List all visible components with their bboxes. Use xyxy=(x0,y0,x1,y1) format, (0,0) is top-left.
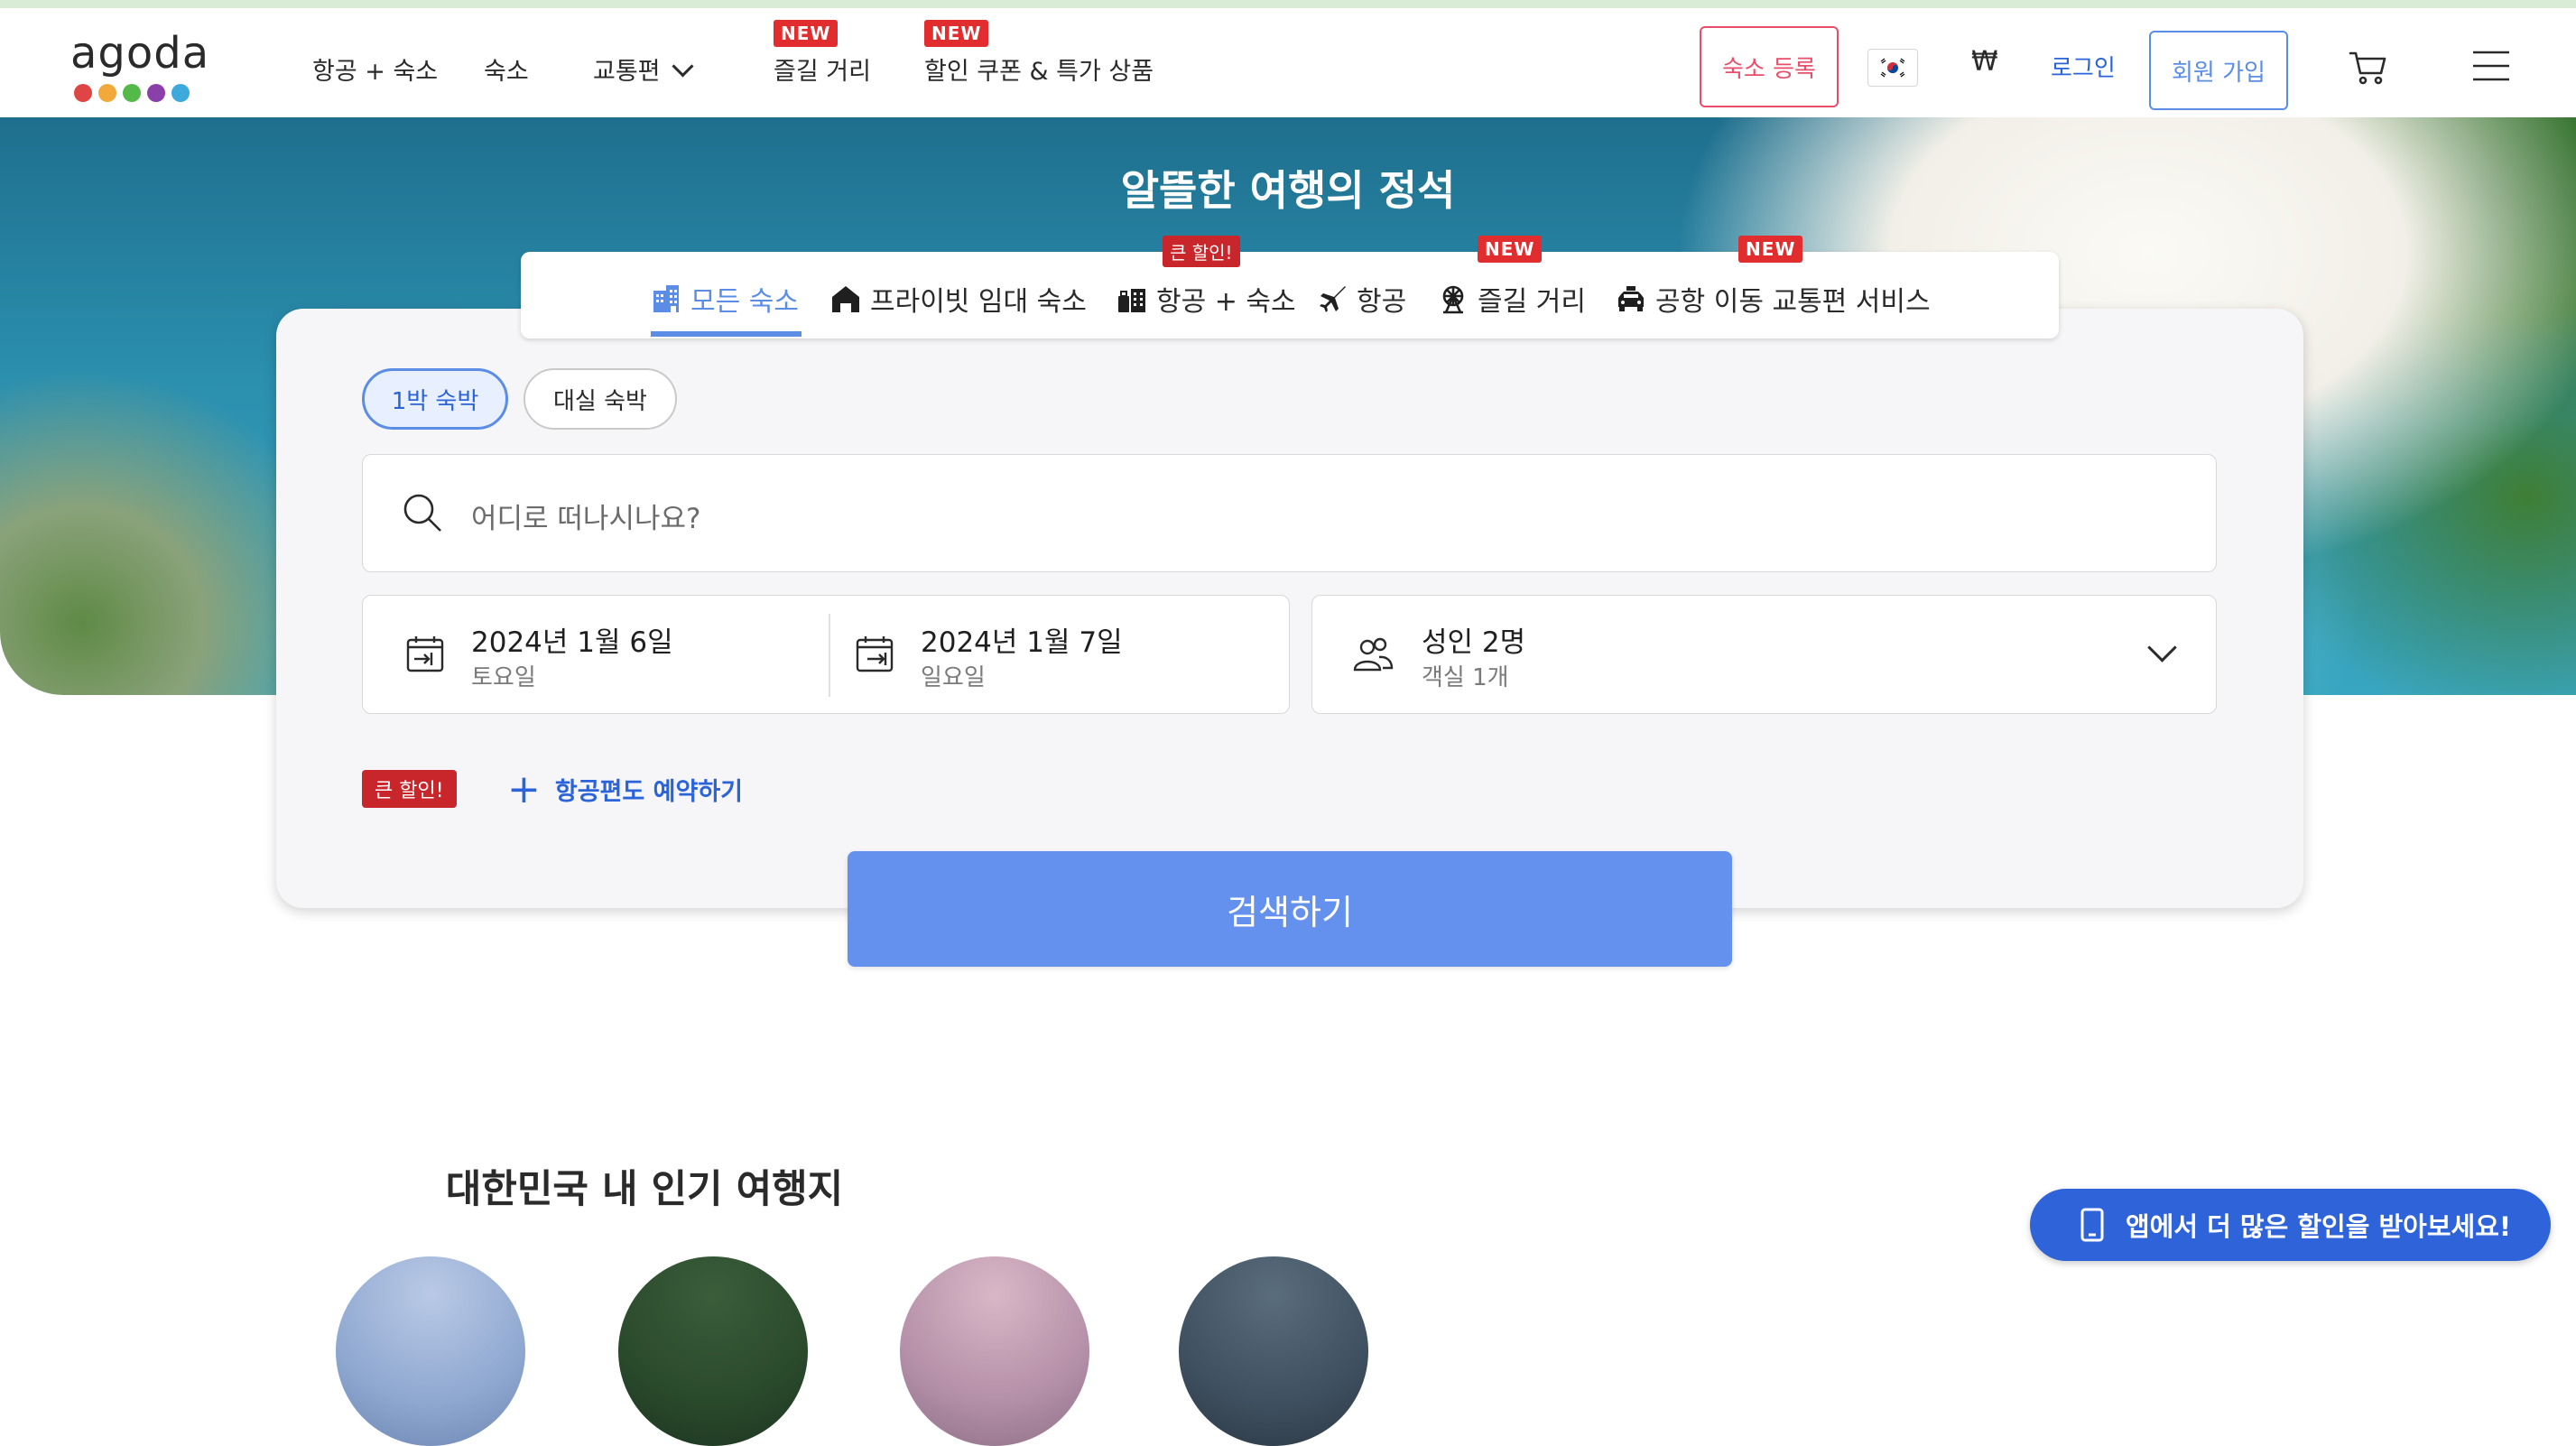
signup-button[interactable]: 회원 가입 xyxy=(2149,31,2288,110)
destination-thumbnail[interactable] xyxy=(900,1256,1089,1446)
tab-flight-hotel[interactable]: 항공 + 숙소 xyxy=(1117,279,1296,319)
nav-label: 즐길 거리 xyxy=(774,58,871,86)
active-tab-underline xyxy=(651,331,802,337)
logo-text: agoda xyxy=(70,28,210,79)
search-icon xyxy=(403,494,441,532)
tab-label: 프라이빗 임대 숙소 xyxy=(870,286,1087,318)
site-header: agoda 항공 + 숙소 숙소 교통편 즐길 거리 NEW 할인 쿠폰 & 특… xyxy=(0,8,2576,118)
currency-selector[interactable]: ₩ xyxy=(1971,46,1998,78)
date-divider xyxy=(829,614,830,697)
chevron-down-icon xyxy=(672,55,694,78)
register-property-button[interactable]: 숙소 등록 xyxy=(1700,26,1839,107)
logo-dot xyxy=(147,84,165,102)
big-deal-badge: 큰 할인! xyxy=(362,770,457,808)
tab-label: 공항 이동 교통편 서비스 xyxy=(1655,286,1931,318)
logo-dot xyxy=(98,84,116,102)
logo-dots xyxy=(74,84,190,102)
app-download-banner[interactable]: 앱에서 더 많은 할인을 받아보세요! xyxy=(2030,1189,2551,1261)
logo-dot xyxy=(123,84,141,102)
nav-flight-hotel[interactable]: 항공 + 숙소 xyxy=(312,51,438,87)
nav-activities[interactable]: 즐길 거리 xyxy=(774,51,871,87)
checkout-calendar-icon xyxy=(856,636,894,672)
cart-icon[interactable] xyxy=(2349,50,2388,86)
product-tabs: 모든 숙소 프라이빗 임대 숙소 항공 + 숙소 큰 할인! 항공 즐길 거리 … xyxy=(521,236,2059,338)
nav-label: 숙소 xyxy=(484,58,529,86)
nav-label: 할인 쿠폰 & 특가 상품 xyxy=(924,58,1154,86)
tab-label: 항공 xyxy=(1357,286,1407,318)
logo-dot xyxy=(171,84,190,102)
checkout-date[interactable]: 2024년 1월 7일 xyxy=(921,619,1123,660)
destination-thumbnail[interactable] xyxy=(336,1256,525,1446)
search-button[interactable]: 검색하기 xyxy=(848,851,1732,967)
nav-label: 항공 + 숙소 xyxy=(312,58,439,86)
checkin-date[interactable]: 2024년 1월 6일 xyxy=(471,619,673,660)
agoda-logo[interactable]: agoda xyxy=(70,28,210,109)
checkin-weekday: 토요일 xyxy=(471,664,536,691)
plane-icon xyxy=(1320,286,1346,312)
tab-label: 모든 숙소 xyxy=(690,286,799,318)
room-count: 객실 1개 xyxy=(1422,664,1509,691)
stay-type-overnight[interactable]: 1박 숙박 xyxy=(362,368,508,430)
tab-private-rentals[interactable]: 프라이빗 임대 숙소 xyxy=(830,279,1087,319)
tab-label: 항공 + 숙소 xyxy=(1156,286,1296,318)
hero-title: 알뜰한 여행의 정석 xyxy=(1120,166,1456,215)
app-banner-label: 앱에서 더 많은 할인을 받아보세요! xyxy=(2126,1211,2512,1242)
destination-thumbnail[interactable] xyxy=(618,1256,808,1446)
menu-icon[interactable] xyxy=(2473,50,2509,82)
popular-destinations-title: 대한민국 내 인기 여행지 xyxy=(445,1167,844,1212)
nav-deals[interactable]: 할인 쿠폰 & 특가 상품 xyxy=(924,51,1154,87)
destination-thumbnail[interactable] xyxy=(1179,1256,1368,1446)
nav-label: 교통편 xyxy=(593,58,661,86)
tab-flights[interactable]: 항공 xyxy=(1317,279,1406,319)
tab-activities[interactable]: 즐길 거리 xyxy=(1438,279,1586,319)
guests-icon xyxy=(1353,637,1394,672)
destination-placeholder: 어디로 떠나시나요? xyxy=(471,503,701,535)
new-badge: NEW xyxy=(924,20,989,47)
add-flight-button[interactable]: + 항공편도 예약하기 xyxy=(507,765,743,812)
tab-all-stays[interactable]: 모든 숙소 xyxy=(651,279,799,319)
tab-airport-transfer[interactable]: 공항 이동 교통편 서비스 xyxy=(1616,279,1931,319)
phone-icon xyxy=(2080,1208,2104,1242)
house-icon xyxy=(832,286,859,312)
new-badge: NEW xyxy=(1478,236,1543,263)
checkin-calendar-icon xyxy=(406,636,444,672)
nav-transport[interactable]: 교통편 xyxy=(593,51,694,87)
building-icon xyxy=(653,285,679,312)
korea-flag-icon[interactable] xyxy=(1867,49,1918,87)
login-link[interactable]: 로그인 xyxy=(2051,50,2116,83)
nav-hotels[interactable]: 숙소 xyxy=(484,51,529,87)
stay-type-dayuse[interactable]: 대실 숙박 xyxy=(524,368,677,430)
car-icon xyxy=(1618,286,1644,311)
big-deal-badge: 큰 할인! xyxy=(1163,236,1240,267)
logo-dot xyxy=(74,84,92,102)
checkout-weekday: 일요일 xyxy=(921,664,986,691)
plus-icon: + xyxy=(507,765,541,812)
luggage-hotel-icon xyxy=(1118,289,1145,312)
ferris-wheel-icon xyxy=(1442,285,1464,314)
guest-count: 성인 2명 xyxy=(1422,626,1526,659)
tab-label: 즐길 거리 xyxy=(1478,286,1586,318)
add-flight-label: 항공편도 예약하기 xyxy=(554,778,743,806)
new-badge: NEW xyxy=(774,20,839,47)
new-badge: NEW xyxy=(1738,236,1803,263)
